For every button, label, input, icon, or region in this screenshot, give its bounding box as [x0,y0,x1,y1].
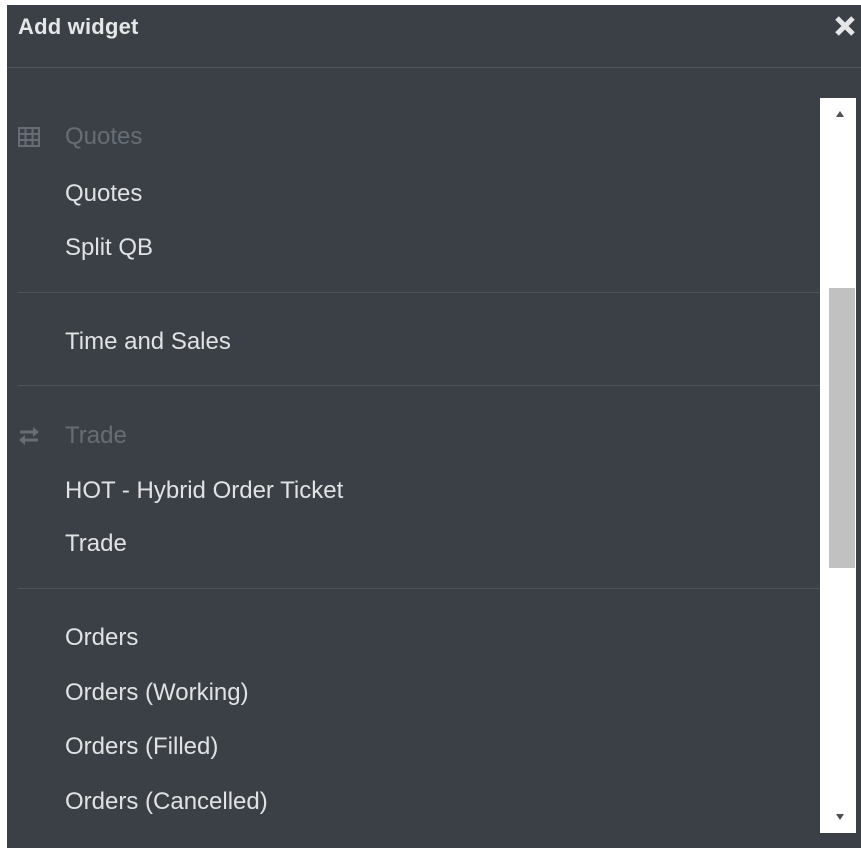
widget-item-hot-hybrid-order-ticket[interactable]: HOT - Hybrid Order Ticket [65,474,343,508]
group-divider [18,588,823,589]
swap-arrows-icon [18,426,40,446]
table-icon [18,127,40,147]
arrow-down-icon[interactable] [820,805,856,833]
widget-item-orders[interactable]: Orders [65,621,138,655]
widget-item-orders-filled[interactable]: Orders (Filled) [65,730,218,764]
group-label-trade: Trade [65,422,127,449]
group-divider [18,385,823,386]
widget-item-orders-working[interactable]: Orders (Working) [65,676,249,710]
widget-item-time-and-sales[interactable]: Time and Sales [65,325,231,359]
widget-list: Quotes Quotes Split QB Time and Sales Tr… [7,101,823,825]
group-header-trade: Trade [7,418,807,454]
group-divider [18,292,823,293]
scrollbar-thumb[interactable] [829,288,855,568]
dialog-title: Add widget [18,14,139,39]
add-widget-dialog: Add widget Quotes Quotes Split QB Time a… [7,5,861,848]
widget-item-trade[interactable]: Trade [65,527,127,561]
dialog-header: Add widget [7,5,861,68]
widget-item-split-qb[interactable]: Split QB [65,231,153,265]
group-label-quotes: Quotes [65,123,143,150]
vertical-scrollbar[interactable] [820,98,856,833]
widget-item-orders-cancelled[interactable]: Orders (Cancelled) [65,785,268,819]
widget-item-quotes[interactable]: Quotes [65,177,142,211]
group-header-quotes: Quotes [7,119,807,155]
arrow-up-icon[interactable] [820,98,856,126]
close-icon[interactable] [833,14,857,38]
